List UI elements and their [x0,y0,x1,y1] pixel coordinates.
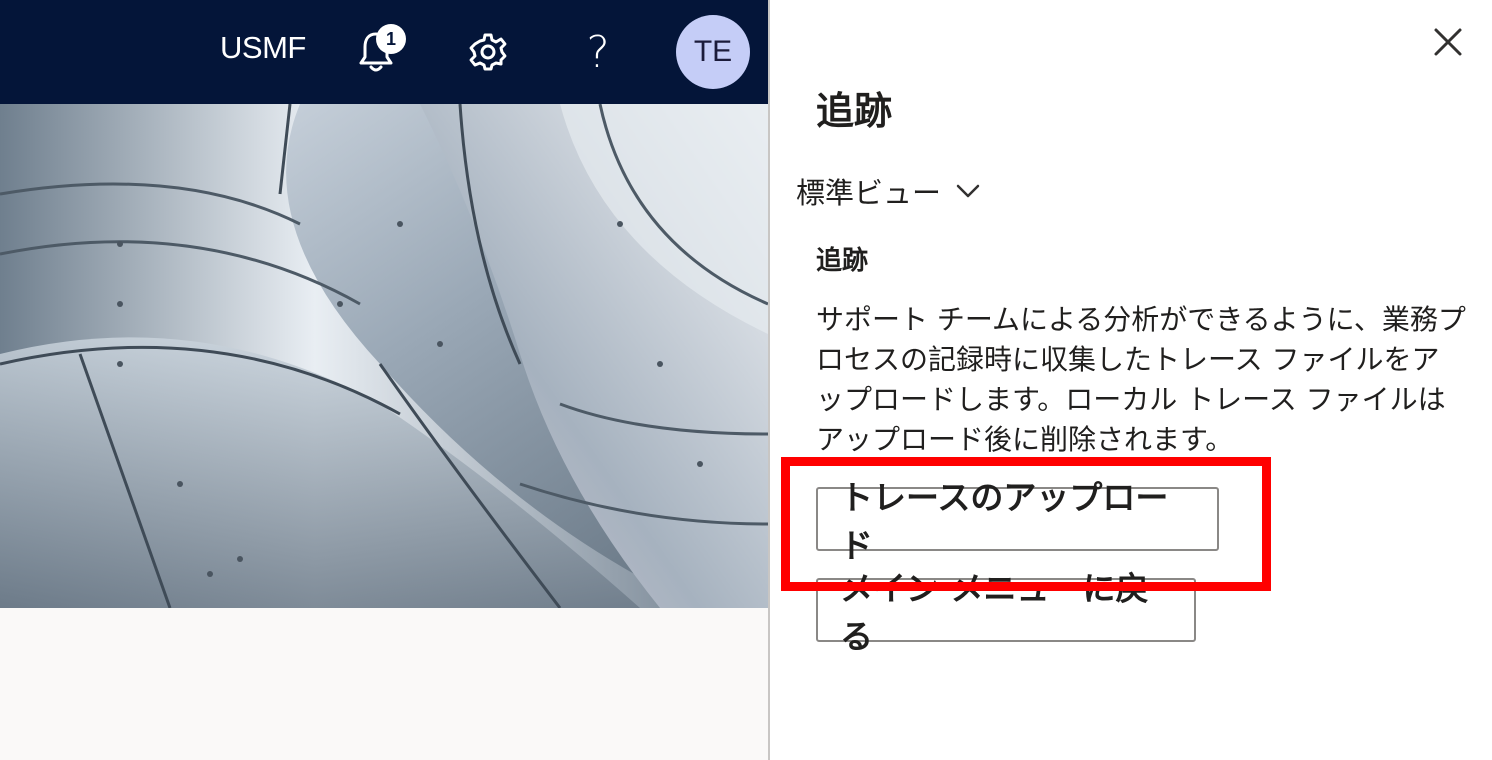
trace-panel: 追跡 標準ビュー 追跡 サポート チームによる分析ができるように、業務プロセスの… [770,0,1492,760]
help-button[interactable]: ? [570,24,626,80]
view-selector-label: 標準ビュー [796,176,942,210]
help-icon: ? [586,26,610,78]
workspace-area: USMF 1 ? TE [0,0,768,760]
top-navigation-bar: USMF 1 ? TE [0,0,768,104]
view-selector[interactable]: 標準ビュー [796,170,981,212]
trace-description: サポート チームによる分析ができるように、業務プロセスの記録時に収集したトレース… [816,303,1466,456]
notification-count-badge: 1 [376,24,406,54]
app-window: USMF 1 ? TE 追跡 標準ビュー 追跡 サポート チームによる分析ができ… [0,0,1492,760]
back-to-main-menu-button[interactable]: メイン メニューに戻る [816,569,1196,656]
user-avatar[interactable]: TE [676,15,750,89]
gear-icon [469,33,507,71]
close-icon[interactable] [1428,22,1468,62]
panel-title: 追跡 [816,89,893,133]
section-title: 追跡 [816,246,869,276]
upload-trace-button[interactable]: トレースのアップロード [816,478,1219,565]
dashboard-background-image [0,104,768,608]
company-selector[interactable]: USMF [220,30,306,66]
settings-button[interactable] [460,24,516,80]
chevron-down-icon [956,184,980,198]
